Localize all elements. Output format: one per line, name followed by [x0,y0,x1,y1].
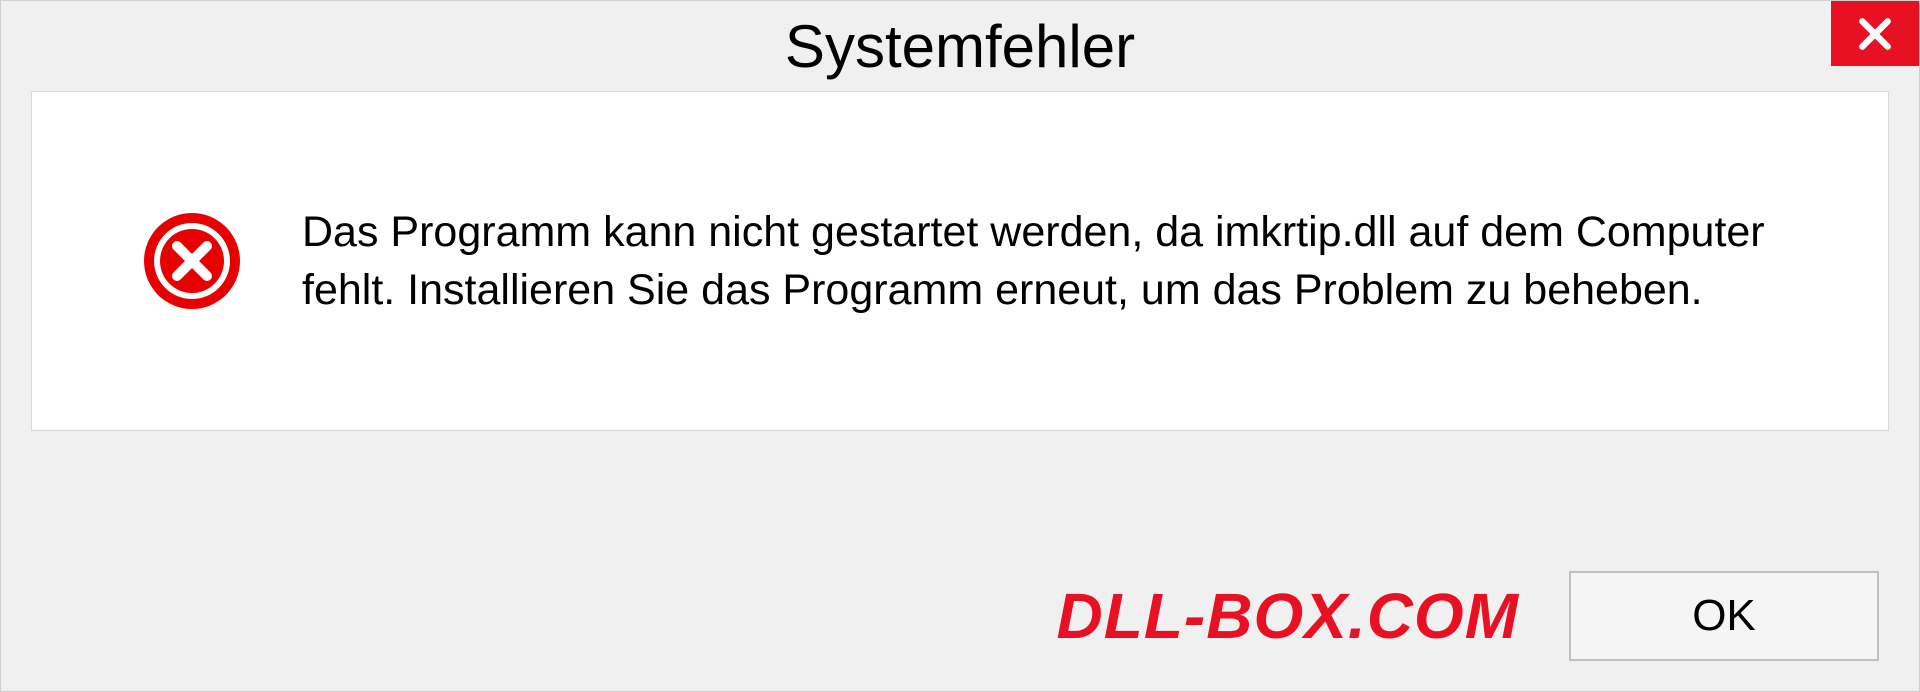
error-dialog: Systemfehler Das Programm kann nicht ges… [0,0,1920,692]
close-button[interactable] [1831,1,1919,66]
dialog-title: Systemfehler [785,12,1135,81]
watermark-text: DLL-BOX.COM [1057,579,1520,653]
dialog-footer: DLL-BOX.COM OK [1,571,1919,661]
error-message: Das Programm kann nicht gestartet werden… [302,203,1828,319]
error-icon [142,211,242,311]
close-icon [1856,15,1894,53]
title-bar: Systemfehler [1,1,1919,91]
ok-button[interactable]: OK [1569,571,1879,661]
content-box: Das Programm kann nicht gestartet werden… [31,91,1889,431]
